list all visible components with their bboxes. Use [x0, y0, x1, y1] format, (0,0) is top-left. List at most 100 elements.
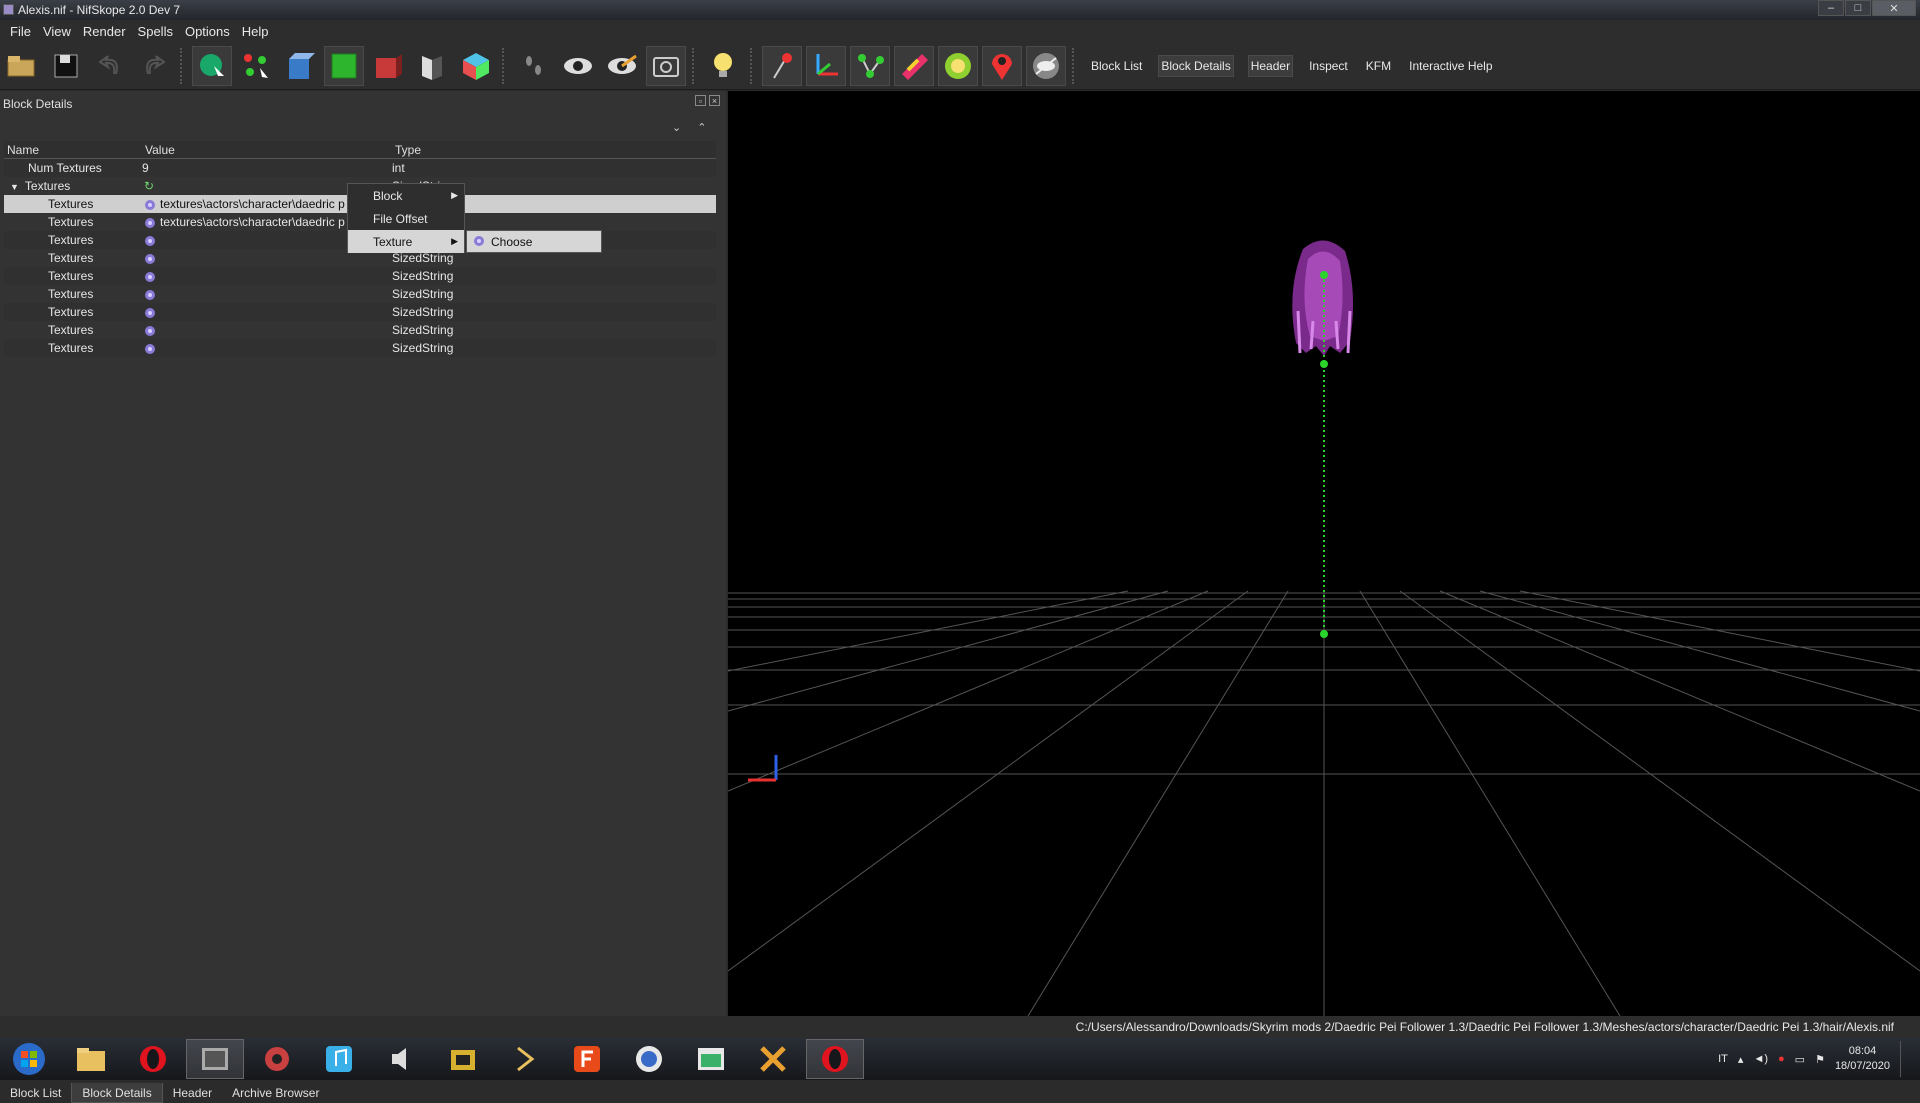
row-type: SizedString	[392, 269, 454, 283]
clock[interactable]: 08:04 18/07/2020	[1835, 1044, 1890, 1074]
toolbar-inspect[interactable]: Inspect	[1307, 56, 1350, 76]
eye-icon[interactable]	[558, 46, 598, 86]
menu-item-file-offset[interactable]: File Offset	[348, 207, 464, 230]
tree-row[interactable]: Textures SizedString	[4, 321, 716, 339]
view-side-icon[interactable]	[368, 46, 408, 86]
row-name: Textures	[48, 269, 94, 283]
explorer-icon[interactable]	[62, 1039, 120, 1079]
show-markers-icon[interactable]	[762, 45, 802, 86]
row-name: ▼ Textures	[4, 179, 142, 193]
row-value: 9	[142, 161, 149, 175]
save-file-icon[interactable]	[46, 46, 86, 86]
context-menu: Block ▶ File Offset Texture ▶	[347, 183, 465, 253]
music-icon[interactable]	[310, 1039, 368, 1079]
taskbar: IT ▴ ◄) ● ▭ ⚑ 08:04 18/07/2020	[0, 1038, 1920, 1080]
start-button[interactable]	[0, 1039, 58, 1079]
menu-item-choose[interactable]: Choose	[467, 231, 601, 252]
gear-app-icon[interactable]	[248, 1039, 306, 1079]
tab-archive-browser[interactable]: Archive Browser	[222, 1083, 329, 1103]
menu-item-texture[interactable]: Texture ▶	[348, 230, 464, 253]
ffdec-icon[interactable]	[620, 1039, 678, 1079]
footprints-icon[interactable]	[514, 46, 554, 86]
tree-row[interactable]: Textures SizedString	[4, 339, 716, 357]
menu-render[interactable]: Render	[83, 24, 126, 39]
antivirus-icon[interactable]: ●	[1778, 1053, 1785, 1065]
select-object-icon[interactable]	[192, 45, 232, 86]
row-value-text: textures\actors\character\daedric p	[160, 197, 345, 211]
open-file-icon[interactable]	[2, 46, 42, 86]
view-user-icon[interactable]	[412, 46, 452, 86]
tree-row[interactable]: Textures SizedString	[4, 267, 716, 285]
redo-icon[interactable]	[134, 46, 174, 86]
texture-submenu: Choose	[466, 230, 602, 253]
toolbar-block-list[interactable]: Block List	[1089, 56, 1144, 76]
view-walk-icon[interactable]	[456, 46, 496, 86]
network-icon[interactable]: ▭	[1795, 1053, 1805, 1066]
tree-row[interactable]: Textures SizedString	[4, 285, 716, 303]
opera-icon[interactable]	[124, 1039, 182, 1079]
col-value[interactable]: Value	[142, 143, 392, 157]
menu-item-block[interactable]: Block ▶	[348, 184, 464, 207]
expand-down-icon[interactable]: ⌄	[672, 121, 681, 134]
view-top-icon[interactable]	[324, 45, 364, 86]
float-panel-button[interactable]: ▫	[695, 95, 706, 106]
row-name: Textures	[48, 305, 94, 319]
expand-arrow-icon[interactable]: ▼	[10, 182, 19, 192]
texture-icon	[145, 289, 155, 300]
show-constraints-icon[interactable]	[894, 45, 934, 86]
render-viewport[interactable]	[728, 91, 1920, 1016]
menu-help[interactable]: Help	[242, 24, 269, 39]
lighting-icon[interactable]	[704, 46, 744, 86]
undo-icon[interactable]	[90, 46, 130, 86]
tree-row[interactable]: Textures SizedString	[4, 303, 716, 321]
tab-header[interactable]: Header	[163, 1083, 222, 1103]
row-name-text: Textures	[24, 179, 71, 193]
select-vertex-icon[interactable]	[236, 46, 276, 86]
toolbar-kfm[interactable]: KFM	[1364, 56, 1393, 76]
menu-spells[interactable]: Spells	[138, 24, 173, 39]
tree-nav: ⌄ ⌃	[672, 121, 706, 134]
row-type: int	[392, 161, 405, 175]
window-app-icon[interactable]	[682, 1039, 740, 1079]
show-collision-icon[interactable]	[938, 45, 978, 86]
tools-app-icon[interactable]	[744, 1039, 802, 1079]
close-panel-button[interactable]: ×	[709, 95, 720, 106]
flag-icon[interactable]: ⚑	[1815, 1053, 1825, 1066]
collapse-up-icon[interactable]: ⌃	[697, 121, 706, 134]
show-markers-pin-icon[interactable]	[982, 45, 1022, 86]
menu-options[interactable]: Options	[185, 24, 230, 39]
show-axes-icon[interactable]	[806, 45, 846, 86]
tab-block-list[interactable]: Block List	[0, 1083, 71, 1103]
tray-arrow-icon[interactable]: ▴	[1738, 1053, 1744, 1066]
row-value	[142, 287, 392, 301]
language-indicator[interactable]: IT	[1718, 1053, 1728, 1065]
screenshot-icon[interactable]	[646, 45, 686, 86]
nifskope-task-icon[interactable]	[186, 1039, 244, 1079]
menu-view[interactable]: View	[43, 24, 71, 39]
opera-task-icon[interactable]	[806, 1039, 864, 1079]
toolbar-block-details[interactable]: Block Details	[1158, 54, 1234, 77]
show-hidden-icon[interactable]	[1026, 45, 1066, 86]
tree-row[interactable]: Num Textures 9 int	[4, 159, 716, 177]
close-button[interactable]: ✕	[1872, 0, 1916, 16]
audio-app-icon[interactable]	[372, 1039, 430, 1079]
tab-block-details[interactable]: Block Details	[71, 1083, 163, 1103]
show-desktop-button[interactable]	[1900, 1041, 1908, 1077]
col-type[interactable]: Type	[392, 143, 712, 157]
toolbar-interactive-help[interactable]: Interactive Help	[1407, 56, 1494, 76]
hair-mesh[interactable]	[1292, 240, 1354, 356]
row-type: SizedString	[392, 341, 454, 355]
maximize-button[interactable]: □	[1845, 0, 1871, 16]
minimize-button[interactable]: –	[1818, 0, 1844, 16]
col-name[interactable]: Name	[4, 143, 142, 157]
volume-icon[interactable]: ◄)	[1753, 1053, 1768, 1065]
menu-file[interactable]: File	[10, 24, 31, 39]
arrow-app-icon[interactable]	[496, 1039, 554, 1079]
toolbar-header[interactable]: Header	[1247, 54, 1294, 77]
eye-hidden-icon[interactable]	[602, 46, 642, 86]
show-nodes-icon[interactable]	[850, 45, 890, 86]
row-name: Textures	[48, 341, 94, 355]
view-front-icon[interactable]	[280, 46, 320, 86]
f-app-icon[interactable]	[558, 1039, 616, 1079]
folder-app-icon[interactable]	[434, 1039, 492, 1079]
